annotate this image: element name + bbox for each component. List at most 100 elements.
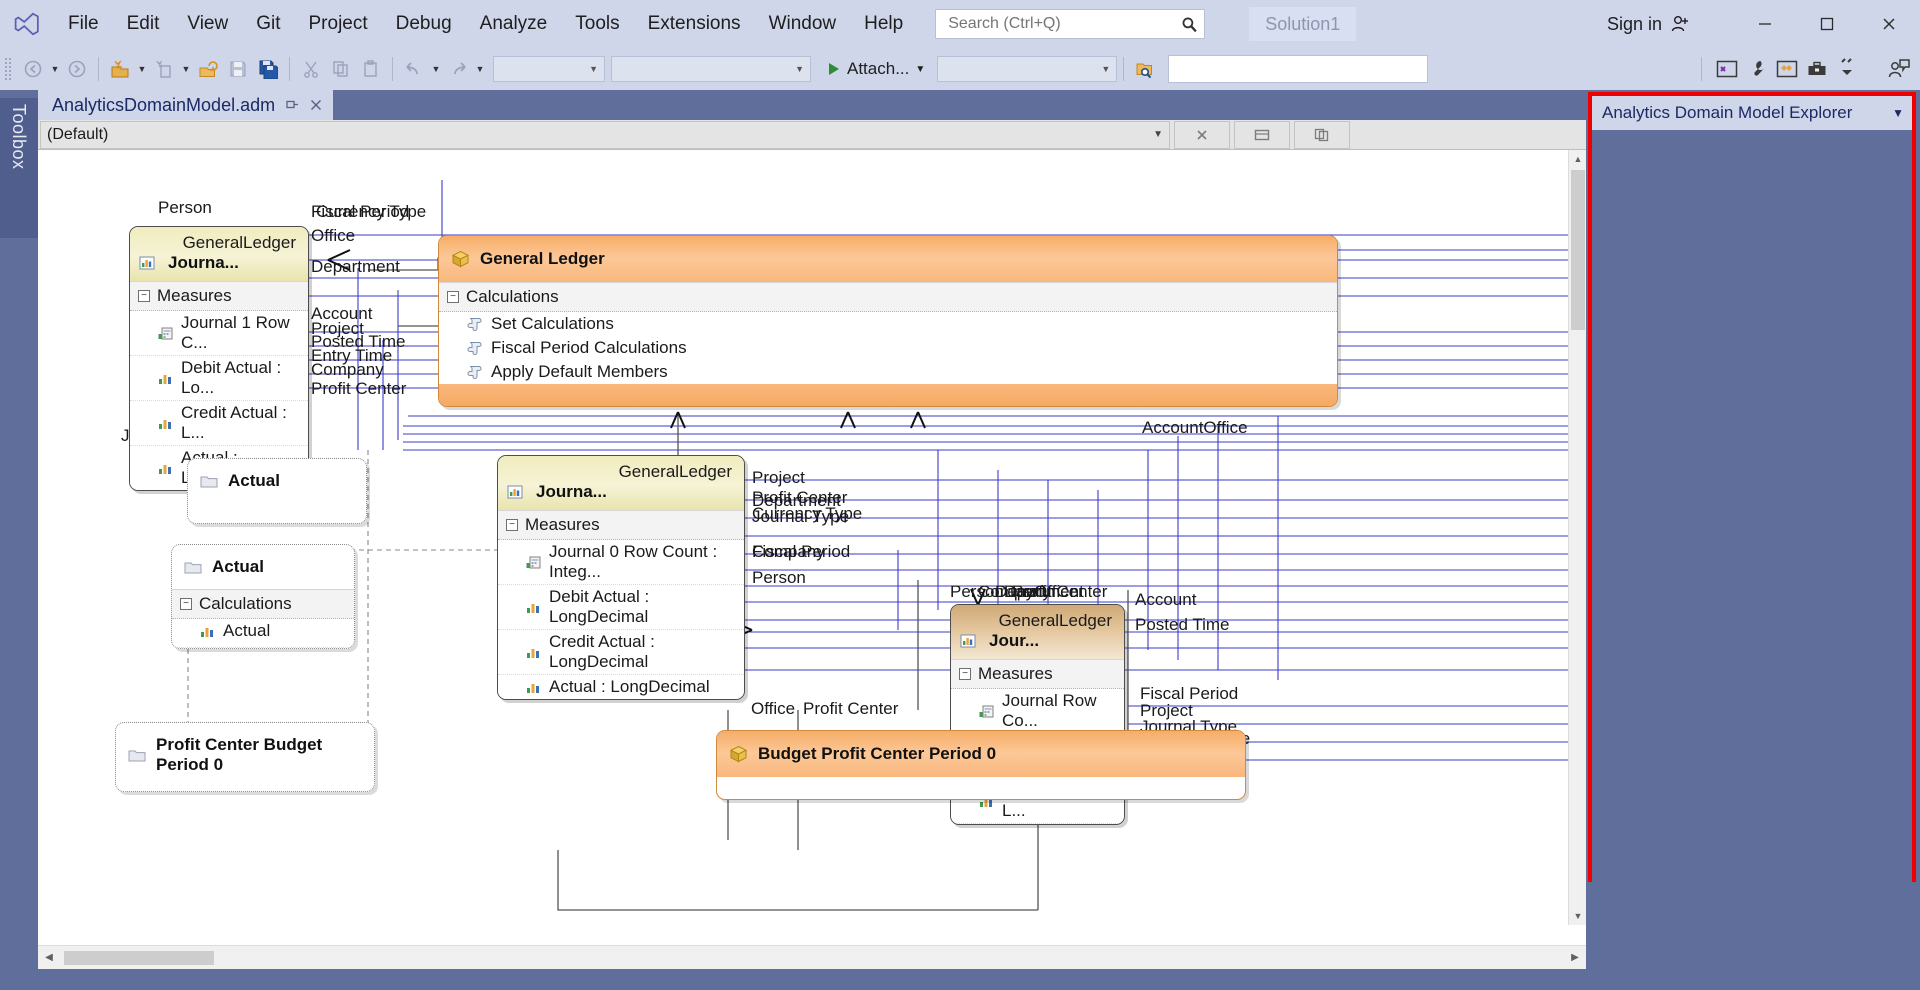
save-icon[interactable]: [223, 54, 253, 84]
measure-icon: [158, 416, 173, 431]
copy-icon[interactable]: [326, 54, 356, 84]
extension-window-icon[interactable]: [1772, 54, 1802, 84]
scroll-left-button[interactable]: ◀: [38, 946, 60, 970]
menu-item-window[interactable]: Window: [755, 0, 851, 48]
search-input[interactable]: [946, 14, 1182, 34]
attach-button[interactable]: Attach... ▼: [821, 54, 931, 84]
cut-icon[interactable]: [296, 54, 326, 84]
shape-journal1[interactable]: GeneralLedger Journa... − Measures Journ…: [129, 226, 309, 491]
menu-item-help[interactable]: Help: [850, 0, 917, 48]
member-row[interactable]: Debit Actual : LongDecimal: [498, 585, 744, 630]
solution-chip[interactable]: Solution1: [1249, 7, 1357, 41]
collapse-icon[interactable]: −: [180, 598, 192, 610]
explorer-body[interactable]: [1592, 130, 1912, 912]
member-row[interactable]: Actual: [172, 619, 354, 648]
canvas-horizontal-scrollbar[interactable]: ◀ ▶: [38, 945, 1586, 969]
save-all-icon[interactable]: [253, 54, 283, 84]
shape-actual-folder-top[interactable]: Actual: [187, 458, 367, 524]
member-row[interactable]: Debit Actual : Lo...: [130, 356, 308, 401]
horizontal-scroll-thumb[interactable]: [64, 951, 214, 965]
menu-item-view[interactable]: View: [173, 0, 242, 48]
collapse-icon[interactable]: −: [138, 290, 150, 302]
solution-configuration-combo[interactable]: ▼: [493, 56, 605, 82]
minimize-button[interactable]: [1734, 0, 1796, 48]
menu-item-git[interactable]: Git: [242, 0, 294, 48]
toolbox-icon[interactable]: [1802, 54, 1832, 84]
redo-caret-icon[interactable]: ▼: [473, 54, 487, 84]
menu-item-extensions[interactable]: Extensions: [634, 0, 755, 48]
close-button[interactable]: [1858, 0, 1920, 48]
new-project-icon[interactable]: [105, 54, 135, 84]
member-row[interactable]: Apply Default Members: [439, 360, 1337, 384]
sign-in-area[interactable]: Sign in: [1607, 0, 1690, 48]
chevron-down-icon[interactable]: ▼: [1892, 106, 1904, 120]
shape-budget-profit-center-period-0[interactable]: Budget Profit Center Period 0: [716, 730, 1246, 800]
member-row[interactable]: Journal Row Co...: [951, 689, 1124, 734]
toolbox-tab-label[interactable]: Toolbox: [8, 104, 29, 170]
menu-item-debug[interactable]: Debug: [382, 0, 466, 48]
properties-button[interactable]: [1234, 120, 1290, 149]
scroll-down-button[interactable]: ▼: [1569, 907, 1587, 925]
new-project-caret-icon[interactable]: ▼: [135, 54, 149, 84]
shape-profit-center-budget-period-0[interactable]: Profit Center Budget Period 0: [115, 722, 375, 792]
overflow-chevron-icon[interactable]: [1832, 54, 1862, 84]
shape-actual-folder-calc[interactable]: Actual − Calculations Actual: [171, 544, 355, 649]
section-header-calculations[interactable]: − Calculations: [439, 282, 1337, 312]
redo-icon[interactable]: [443, 54, 473, 84]
navigate-forward-icon[interactable]: [62, 54, 92, 84]
undo-icon[interactable]: [399, 54, 429, 84]
collapse-icon[interactable]: −: [447, 291, 459, 303]
vertical-scroll-thumb[interactable]: [1571, 170, 1585, 330]
back-dropdown-caret-icon[interactable]: ▼: [48, 54, 62, 84]
menu-item-analyze[interactable]: Analyze: [466, 0, 562, 48]
find-input[interactable]: [1168, 55, 1429, 83]
shape-journal0[interactable]: GeneralLedger Journa... − Measures Journ…: [497, 455, 745, 700]
copy-button[interactable]: [1294, 120, 1350, 149]
toolbar-grip[interactable]: [4, 56, 18, 82]
shape-general-ledger-cube[interactable]: General Ledger − Calculations Set Calcul…: [438, 235, 1338, 407]
new-item-icon[interactable]: [149, 54, 179, 84]
feedback-icon[interactable]: [1884, 54, 1914, 84]
preview-window-icon[interactable]: [1712, 54, 1742, 84]
paste-icon[interactable]: [356, 54, 386, 84]
menu-item-tools[interactable]: Tools: [561, 0, 633, 48]
member-row[interactable]: Credit Actual : L...: [130, 401, 308, 446]
analytics-domain-model-explorer[interactable]: Analytics Domain Model Explorer ▼: [1588, 92, 1916, 912]
maximize-button[interactable]: [1796, 0, 1858, 48]
collapse-icon[interactable]: −: [959, 668, 971, 680]
document-tab[interactable]: AnalyticsDomainModel.adm: [38, 90, 334, 120]
section-header-measures[interactable]: − Measures: [951, 659, 1124, 689]
solution-platform-combo[interactable]: ▼: [611, 56, 811, 82]
member-row[interactable]: Actual : LongDecimal: [498, 675, 744, 699]
scroll-right-button[interactable]: ▶: [1564, 946, 1586, 970]
member-row[interactable]: Fiscal Period Calculations: [439, 336, 1337, 360]
pin-icon[interactable]: [285, 98, 299, 112]
open-file-icon[interactable]: [193, 54, 223, 84]
member-row[interactable]: Journal 1 Row C...: [130, 311, 308, 356]
startup-project-combo[interactable]: ▼: [937, 56, 1118, 82]
diagram-selector-combo[interactable]: (Default) ▼: [40, 120, 1170, 149]
menu-item-file[interactable]: File: [54, 0, 113, 48]
collapse-icon[interactable]: −: [506, 519, 518, 531]
canvas-vertical-scrollbar[interactable]: ▲ ▼: [1568, 150, 1586, 925]
find-in-files-icon[interactable]: [1130, 54, 1160, 84]
close-icon[interactable]: [309, 98, 323, 112]
delete-button[interactable]: [1174, 120, 1230, 149]
member-row[interactable]: Credit Actual : LongDecimal: [498, 630, 744, 675]
new-item-caret-icon[interactable]: ▼: [179, 54, 193, 84]
menu-item-edit[interactable]: Edit: [113, 0, 174, 48]
navigate-back-icon[interactable]: [18, 54, 48, 84]
section-header-calculations[interactable]: − Calculations: [172, 589, 354, 619]
section-header-measures[interactable]: − Measures: [498, 510, 744, 540]
member-row[interactable]: Journal 0 Row Count : Integ...: [498, 540, 744, 585]
undo-caret-icon[interactable]: ▼: [429, 54, 443, 84]
section-header-measures[interactable]: − Measures: [130, 281, 308, 311]
scroll-up-button[interactable]: ▲: [1569, 150, 1587, 168]
wrench-icon[interactable]: [1742, 54, 1772, 84]
explorer-header[interactable]: Analytics Domain Model Explorer ▼: [1592, 96, 1912, 130]
member-row[interactable]: Set Calculations: [439, 312, 1337, 336]
diagram-surface[interactable]: Person Fiscal Period Currency Type Offic…: [38, 150, 1586, 945]
menu-item-project[interactable]: Project: [295, 0, 382, 48]
quick-launch-search[interactable]: [935, 9, 1206, 39]
diagram-canvas[interactable]: Person Fiscal Period Currency Type Offic…: [38, 150, 1586, 945]
